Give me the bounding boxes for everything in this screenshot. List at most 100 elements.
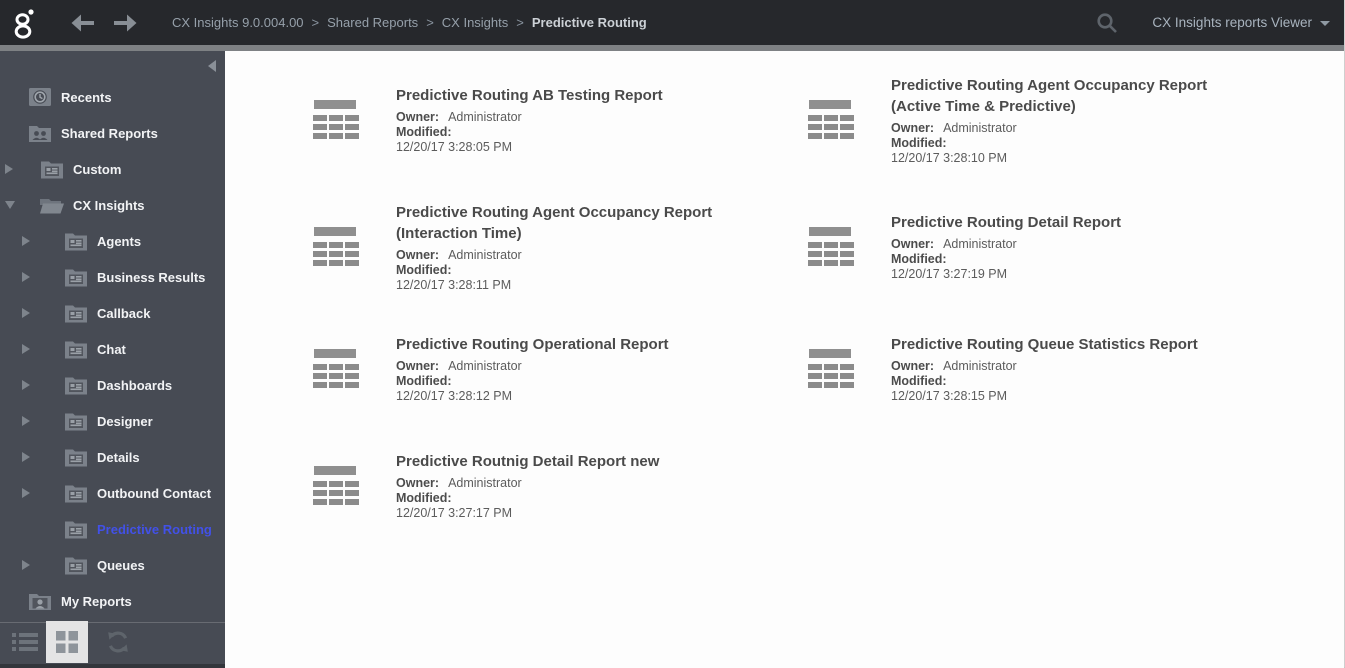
- report-title[interactable]: Predictive Routing Detail Report: [891, 212, 1251, 233]
- owner-value: Administrator: [943, 237, 1017, 251]
- report-card[interactable]: Predictive Routing AB Testing Report Own…: [310, 59, 805, 181]
- back-arrow-icon[interactable]: [68, 12, 98, 34]
- owner-value: Administrator: [943, 359, 1017, 373]
- breadcrumb-shared-reports[interactable]: Shared Reports: [327, 15, 418, 30]
- report-folder-icon: [63, 483, 89, 503]
- owner-value: Administrator: [448, 110, 522, 124]
- breadcrumb-current: Predictive Routing: [531, 15, 647, 30]
- genesys-logo-icon[interactable]: [0, 6, 50, 40]
- modified-label: Modified:: [891, 374, 947, 388]
- report-title[interactable]: Predictive Routing Agent Occupancy Repor…: [396, 202, 756, 244]
- modified-value: 12/20/17 3:28:10 PM: [891, 150, 1008, 165]
- sidebar-item-label: My Reports: [61, 593, 132, 609]
- sidebar-item-label: Predictive Routing: [97, 521, 212, 537]
- report-table-icon: [808, 227, 854, 267]
- sidebar-item-dashboards[interactable]: Dashboards: [0, 367, 225, 403]
- report-title[interactable]: Predictive Routing AB Testing Report: [396, 85, 756, 106]
- expand-arrow-icon[interactable]: [22, 416, 30, 426]
- sidebar-collapse-icon[interactable]: [208, 60, 216, 72]
- breadcrumb-root[interactable]: CX Insights 9.0.004.00: [172, 15, 304, 30]
- sidebar-item-chat[interactable]: Chat: [0, 331, 225, 367]
- owner-label: Owner:: [396, 110, 440, 124]
- search-icon[interactable]: [1096, 12, 1118, 34]
- expand-arrow-icon[interactable]: [22, 380, 30, 390]
- sidebar-item-label: CX Insights: [73, 197, 145, 213]
- report-table-icon: [808, 100, 854, 140]
- report-folder-icon: [63, 519, 89, 539]
- report-folder-icon: [63, 267, 89, 287]
- sidebar-item-label: Dashboards: [97, 377, 173, 393]
- expand-arrow-icon[interactable]: [22, 308, 30, 318]
- sidebar-item-business-results[interactable]: Business Results: [0, 259, 225, 295]
- expand-arrow-icon[interactable]: [5, 164, 13, 174]
- owner-label: Owner:: [891, 359, 935, 373]
- my-reports-icon: [27, 591, 53, 611]
- report-folder-icon: [39, 159, 65, 179]
- expand-arrow-icon[interactable]: [22, 488, 30, 498]
- sidebar-item-agents[interactable]: Agents: [0, 223, 225, 259]
- report-title[interactable]: Predictive Routnig Detail Report new: [396, 451, 756, 472]
- forward-arrow-icon[interactable]: [112, 12, 142, 34]
- user-role-label: CX Insights reports Viewer: [1152, 15, 1312, 30]
- expand-arrow-icon[interactable]: [22, 236, 30, 246]
- owner-label: Owner:: [396, 247, 440, 262]
- breadcrumb-cx-insights[interactable]: CX Insights: [442, 15, 508, 30]
- sidebar-item-my-reports[interactable]: My Reports: [0, 583, 225, 619]
- refresh-button[interactable]: [98, 624, 138, 660]
- report-card[interactable]: Predictive Routing Agent Occupancy Repor…: [310, 181, 805, 313]
- report-title[interactable]: Predictive Routing Queue Statistics Repo…: [891, 334, 1251, 355]
- owner-value: Administrator: [448, 359, 522, 373]
- expand-arrow-icon[interactable]: [22, 344, 30, 354]
- shared-reports-icon: [27, 123, 53, 143]
- sidebar-item-callback[interactable]: Callback: [0, 295, 225, 331]
- report-folder-icon: [63, 231, 89, 251]
- sidebar-item-designer[interactable]: Designer: [0, 403, 225, 439]
- list-view-button[interactable]: [8, 624, 42, 660]
- expand-arrow-icon[interactable]: [22, 272, 30, 282]
- sidebar-item-label: Recents: [61, 89, 112, 105]
- sidebar-item-label: Business Results: [97, 269, 206, 285]
- breadcrumb-separator: >: [311, 15, 320, 30]
- modified-value: 12/20/17 3:28:05 PM: [396, 140, 513, 154]
- modified-label: Modified:: [891, 135, 947, 150]
- report-folder-icon: [63, 555, 89, 575]
- report-card[interactable]: Predictive Routing Agent Occupancy Repor…: [805, 59, 1300, 181]
- expand-arrow-icon[interactable]: [22, 452, 30, 462]
- sidebar-item-queues[interactable]: Queues: [0, 547, 225, 583]
- modified-label: Modified:: [396, 491, 452, 505]
- sidebar-item-recents[interactable]: Recents: [0, 79, 225, 115]
- report-folder-icon: [63, 411, 89, 431]
- owner-label: Owner:: [891, 120, 935, 135]
- sidebar-item-cx-insights[interactable]: CX Insights: [0, 187, 225, 223]
- report-folder-icon: [63, 303, 89, 323]
- folder-open-icon: [39, 195, 65, 215]
- sidebar-item-label: Outbound Contact: [97, 485, 212, 501]
- sidebar-item-custom[interactable]: Custom: [0, 151, 225, 187]
- sidebar-item-outbound-contact[interactable]: Outbound Contact: [0, 475, 225, 511]
- breadcrumb: CX Insights 9.0.004.00 > Shared Reports …: [172, 15, 647, 30]
- sidebar-item-details[interactable]: Details: [0, 439, 225, 475]
- report-title[interactable]: Predictive Routing Agent Occupancy Repor…: [891, 75, 1251, 117]
- owner-value: Administrator: [448, 247, 522, 262]
- report-card[interactable]: Predictive Routing Operational Report Ow…: [310, 313, 805, 425]
- expand-arrow-icon[interactable]: [5, 201, 15, 209]
- sidebar-tree: Recents Shared Reports Custom CX Insight…: [0, 51, 225, 619]
- sidebar-item-shared-reports[interactable]: Shared Reports: [0, 115, 225, 151]
- chevron-down-icon: [1320, 21, 1330, 26]
- report-card[interactable]: Predictive Routing Detail Report Owner: A…: [805, 181, 1300, 313]
- breadcrumb-separator: >: [426, 15, 434, 30]
- report-card[interactable]: Predictive Routnig Detail Report new Own…: [310, 425, 805, 547]
- sidebar-item-predictive-routing[interactable]: Predictive Routing: [0, 511, 225, 547]
- report-title[interactable]: Predictive Routing Operational Report: [396, 334, 756, 355]
- grid-view-button[interactable]: [46, 621, 88, 663]
- report-card[interactable]: Predictive Routing Queue Statistics Repo…: [805, 313, 1300, 425]
- report-folder-icon: [63, 339, 89, 359]
- sidebar-item-label: Agents: [97, 233, 142, 249]
- report-folder-icon: [63, 375, 89, 395]
- expand-arrow-icon[interactable]: [22, 560, 30, 570]
- breadcrumb-separator: >: [516, 15, 524, 30]
- user-role-menu[interactable]: CX Insights reports Viewer: [1152, 15, 1330, 30]
- report-folder-icon: [63, 447, 89, 467]
- report-table-icon: [313, 100, 359, 140]
- report-table-icon: [808, 349, 854, 389]
